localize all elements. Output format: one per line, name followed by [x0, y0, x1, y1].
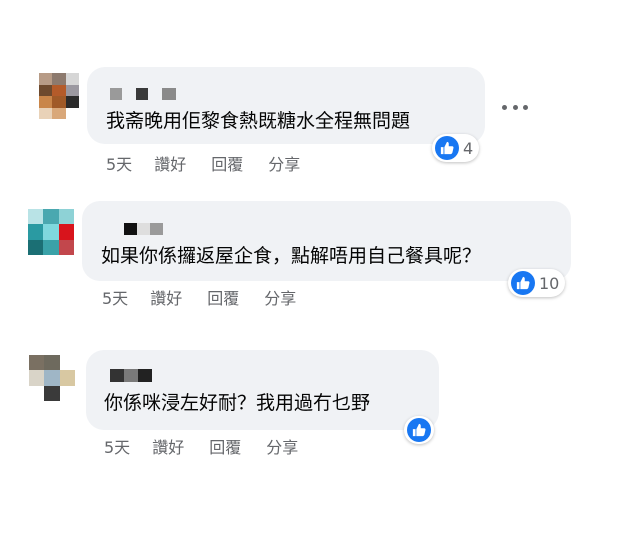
share-button[interactable]: 分享 — [266, 434, 298, 458]
author-name[interactable] — [110, 88, 176, 100]
comment-bubble[interactable] — [86, 350, 439, 430]
reaction-summary[interactable]: 10 — [508, 269, 566, 297]
author-name[interactable] — [124, 223, 163, 235]
like-button[interactable]: 讚好 — [152, 434, 184, 458]
comment-bubble[interactable] — [82, 201, 571, 281]
reply-button[interactable]: 回覆 — [211, 151, 243, 175]
timestamp[interactable]: 5天 — [104, 434, 130, 458]
reply-button[interactable]: 回覆 — [209, 434, 241, 458]
like-button[interactable]: 讚好 — [154, 151, 186, 175]
like-thumb-icon — [407, 418, 431, 442]
timestamp[interactable]: 5天 — [106, 151, 132, 175]
like-button[interactable]: 讚好 — [150, 285, 182, 309]
timestamp[interactable]: 5天 — [102, 285, 128, 309]
share-button[interactable]: 分享 — [264, 285, 296, 309]
avatar[interactable] — [39, 73, 79, 119]
author-name[interactable] — [110, 369, 152, 382]
reaction-summary[interactable] — [404, 416, 434, 444]
comment-text: 如果你係攞返屋企食，點解唔用自己餐具呢？ — [101, 245, 482, 267]
more-options-icon[interactable] — [502, 101, 528, 113]
reaction-summary[interactable]: 4 — [432, 134, 480, 162]
avatar[interactable] — [29, 355, 75, 401]
reply-button[interactable]: 回覆 — [207, 285, 239, 309]
share-button[interactable]: 分享 — [268, 151, 300, 175]
comment-text: 你係咪浸左好耐？我用過冇乜野 — [104, 392, 371, 414]
reaction-count: 4 — [463, 138, 474, 158]
like-thumb-icon — [511, 271, 535, 295]
comment-text: 我斋晚用佢黎食熱既糖水全程無問題 — [106, 110, 411, 132]
like-thumb-icon — [435, 136, 459, 160]
reaction-count: 10 — [539, 273, 560, 293]
avatar[interactable] — [28, 209, 74, 255]
